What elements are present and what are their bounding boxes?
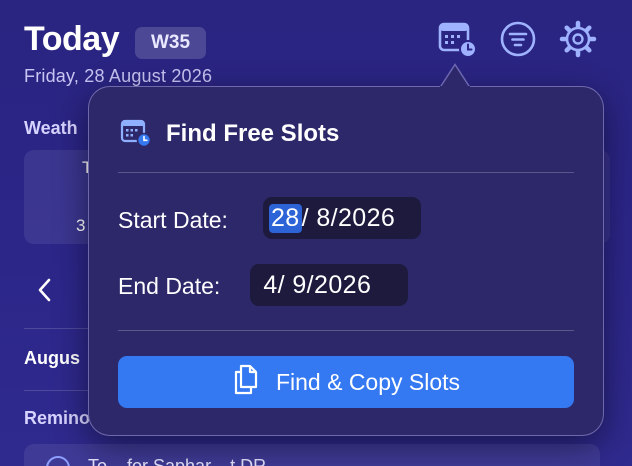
start-date-label: Start Date: (118, 207, 228, 233)
date-separator: / (330, 203, 338, 232)
calendar-clock-icon[interactable] (436, 18, 478, 60)
week-badge: W35 (135, 27, 206, 59)
start-month-segment[interactable]: 8 (309, 204, 331, 233)
current-date: Friday, 28 August 2026 (24, 66, 213, 86)
reminders-label: Remino (24, 408, 91, 428)
popover-arrow (438, 63, 472, 89)
reminder-item-text: To... for Saphar... t DR... (88, 456, 282, 466)
start-date-field[interactable]: 28/ 8/2026 (263, 197, 421, 239)
popover-divider (118, 330, 574, 331)
end-year-segment[interactable]: 2026 (314, 271, 371, 300)
copy-documents-icon (232, 363, 260, 401)
end-date-label: End Date: (118, 273, 221, 299)
page-title: Today (24, 20, 120, 58)
end-date-field[interactable]: 4/ 9/2026 (250, 264, 408, 306)
popover-divider (118, 172, 574, 173)
start-year-segment[interactable]: 2026 (338, 204, 395, 233)
filter-icon[interactable] (497, 18, 539, 60)
weather-section-label: Weath (24, 118, 78, 138)
popover-title: Find Free Slots (166, 120, 340, 147)
date-separator: / (301, 203, 309, 232)
weather-card-value: 3 (76, 216, 86, 235)
calendar-clock-icon (120, 118, 152, 148)
end-month-segment[interactable]: 9 (285, 271, 307, 300)
gear-icon[interactable] (557, 18, 599, 60)
find-copy-slots-label: Find & Copy Slots (275, 368, 461, 395)
date-separator: / (306, 270, 315, 299)
month-label: Augus (24, 348, 80, 368)
end-day-segment[interactable]: 4 (256, 271, 278, 300)
chevron-left-icon[interactable] (34, 276, 56, 304)
find-copy-slots-button[interactable]: Find & Copy Slots (118, 356, 574, 408)
date-separator: / (277, 270, 286, 299)
start-day-segment[interactable]: 28 (269, 203, 302, 233)
